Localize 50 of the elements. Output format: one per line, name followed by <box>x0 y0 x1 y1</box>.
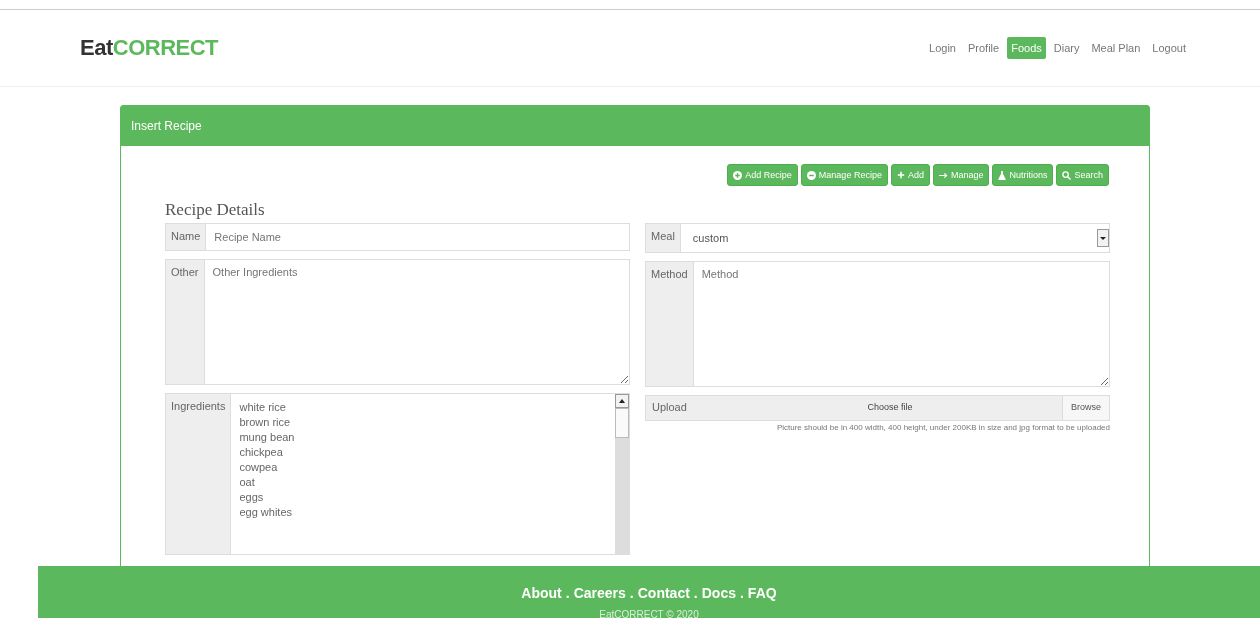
list-option[interactable]: egg whites <box>239 505 295 520</box>
list-option[interactable]: eggs <box>239 490 295 505</box>
toolbar-button[interactable]: Add <box>890 164 930 186</box>
nav-link[interactable]: Login <box>925 37 960 59</box>
nav-link[interactable]: Diary <box>1049 37 1084 59</box>
logo[interactable]: EatCORRECT <box>80 35 219 61</box>
field-label: Other <box>165 259 204 385</box>
footer-link[interactable]: Docs <box>701 585 736 601</box>
field-label: Method <box>645 261 693 387</box>
separator: . <box>693 585 698 601</box>
flask-icon <box>998 170 1007 180</box>
section-heading: Recipe Details <box>165 200 266 220</box>
panel-title: Insert Recipe <box>121 106 1149 146</box>
toolbar-button[interactable]: Add Recipe <box>727 164 798 186</box>
method-field[interactable]: Method <box>692 261 1110 387</box>
nav-link[interactable]: Foods <box>1007 37 1046 59</box>
toolbar-button[interactable]: Manage <box>932 164 990 186</box>
list-option[interactable]: mung bean <box>239 430 295 445</box>
nav-link[interactable]: Meal Plan <box>1087 37 1145 59</box>
footer-link[interactable]: Contact <box>637 585 690 601</box>
list-option[interactable]: oat <box>239 475 295 490</box>
plus-icon <box>896 171 905 179</box>
minus-circle-icon <box>806 170 816 180</box>
toolbar-button[interactable]: Search <box>1056 164 1109 186</box>
list-option[interactable]: white rice <box>239 400 295 415</box>
separator: . <box>565 585 570 601</box>
ingredients-listbox[interactable]: white rice brown rice mung bean chickpea cowpea oat eggs egg whites <box>231 394 629 554</box>
arrow-icon <box>938 171 948 179</box>
nav-link[interactable]: Profile <box>964 37 1004 59</box>
separator: . <box>629 585 634 601</box>
list-option[interactable]: cowpea <box>239 460 295 475</box>
nav-link[interactable]: Logout <box>1148 37 1190 59</box>
field-label: Ingredients <box>166 394 232 554</box>
other-ingredients-field[interactable]: Other Ingredients <box>203 259 630 385</box>
field-label: Name <box>165 223 206 251</box>
list-option[interactable]: brown rice <box>239 415 295 430</box>
scrollbar-thumb[interactable] <box>615 408 629 438</box>
separator: . <box>739 585 744 601</box>
footer-link[interactable]: Careers <box>573 585 626 601</box>
search-icon <box>1062 170 1072 180</box>
name-field[interactable]: Recipe Name <box>205 223 630 251</box>
scrollbar[interactable] <box>615 394 629 554</box>
plus-circle-icon <box>733 170 743 180</box>
footer-link[interactable]: FAQ <box>747 585 777 601</box>
copyright: EatCORRECT © 2020 <box>599 609 699 618</box>
upload-hint: Picture should be in 400 width, 400 height, under 200KB in size and jpg format to be uploaded <box>775 423 1110 432</box>
footer-link[interactable]: About <box>521 585 562 601</box>
toolbar-button[interactable]: Nutritions <box>992 164 1054 186</box>
toolbar-button[interactable]: Manage Recipe <box>800 164 888 186</box>
list-option[interactable]: chickpea <box>239 445 295 460</box>
